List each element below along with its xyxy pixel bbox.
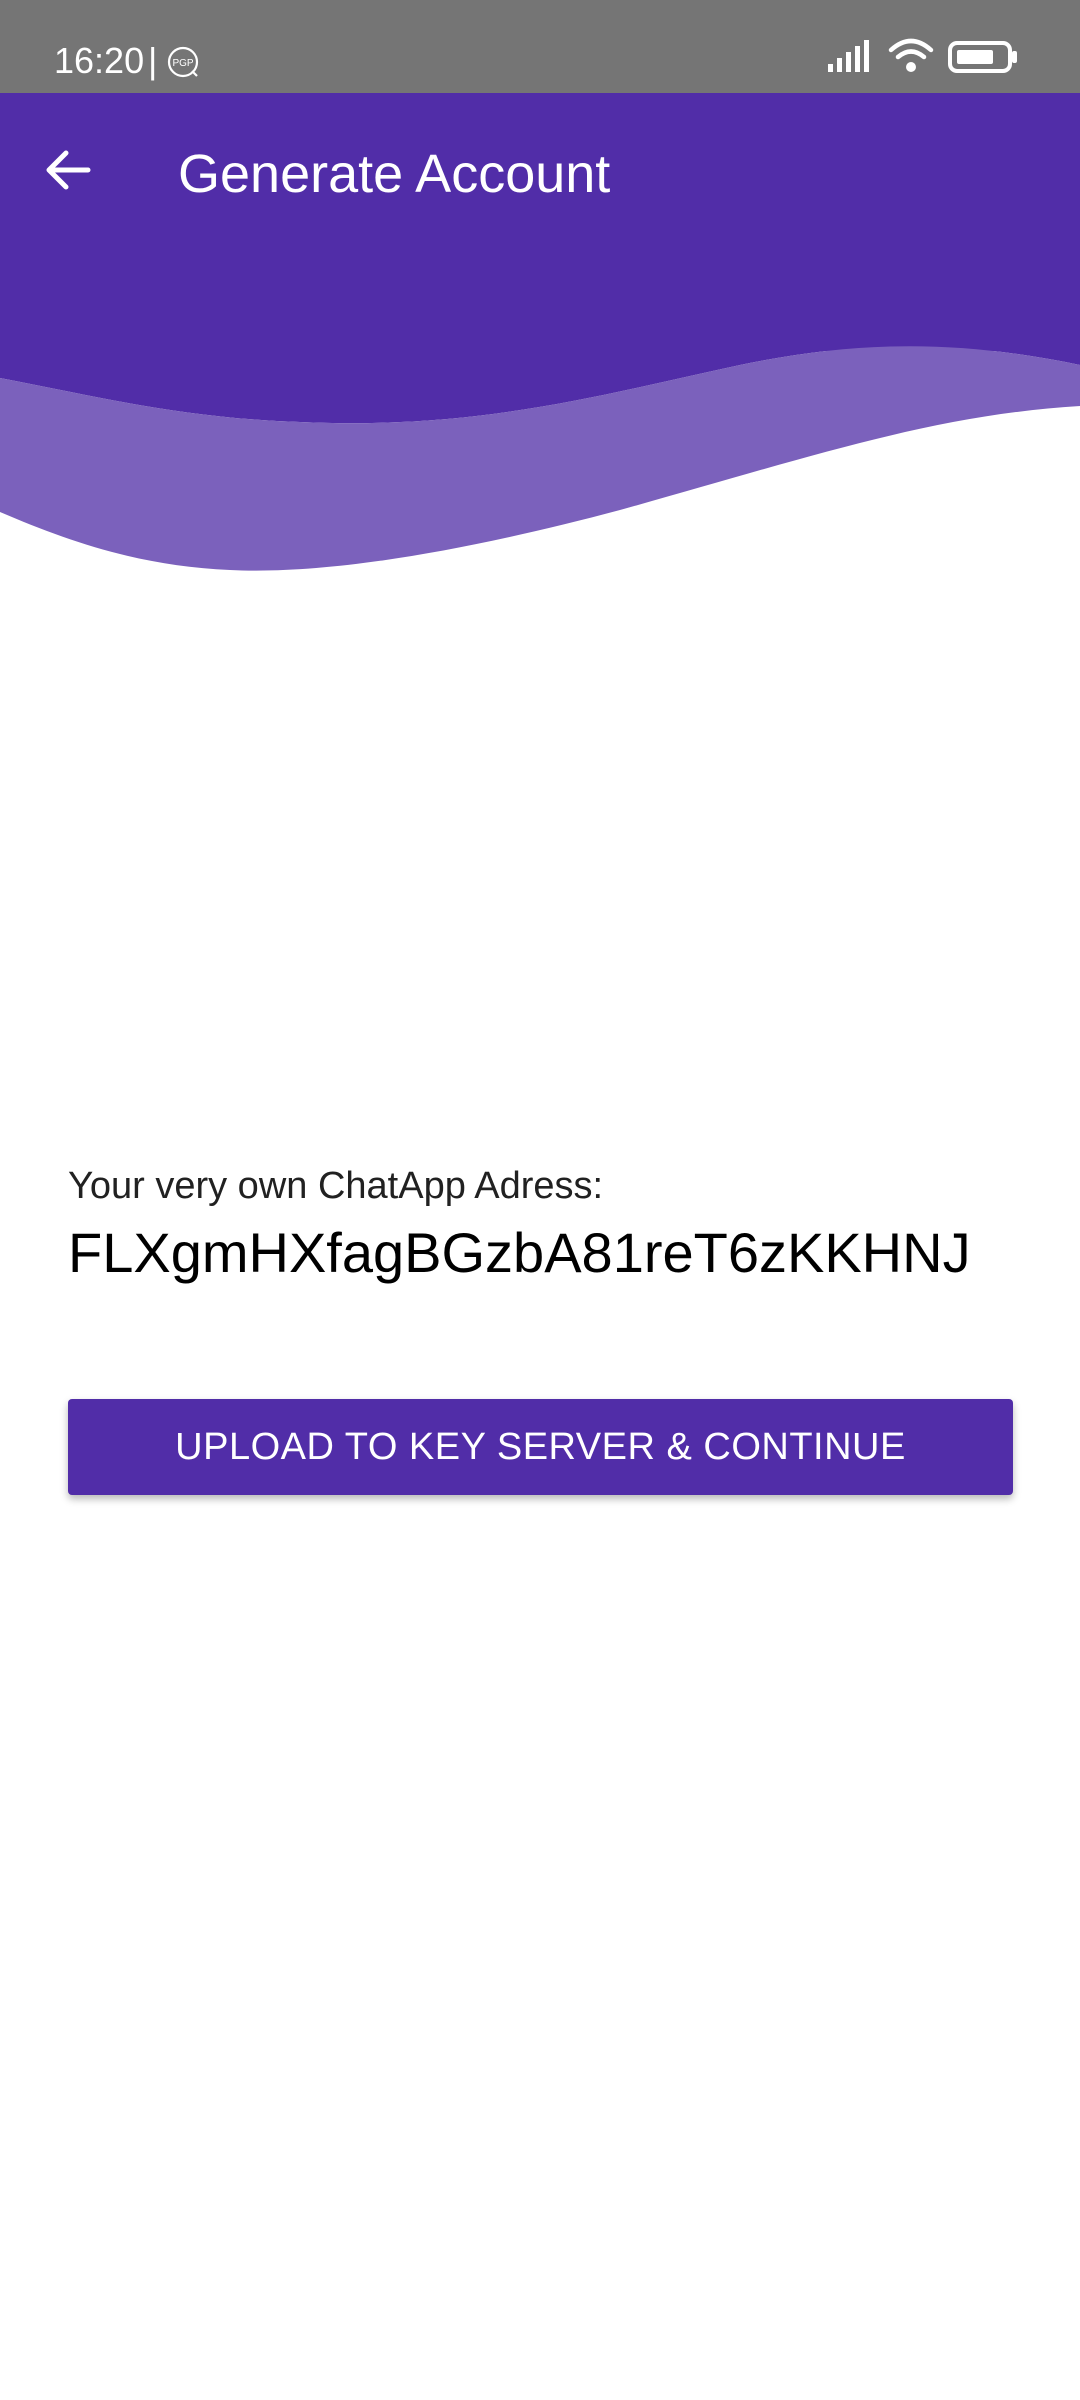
address-label: Your very own ChatApp Adress: [68, 1165, 604, 1207]
upload-continue-button[interactable]: UPLOAD TO KEY SERVER & CONTINUE [68, 1399, 1013, 1495]
wifi-icon [888, 38, 934, 72]
back-button[interactable] [28, 130, 108, 210]
header-wave [0, 320, 1080, 571]
signal-icon [828, 40, 869, 72]
status-time: 16:20 [54, 40, 145, 81]
battery-icon [948, 41, 1017, 73]
pgp-icon: PGP [167, 46, 199, 78]
chatapp-address: FLXgmHXfagBGzbA81reT6zKKHNJ [68, 1221, 971, 1284]
arrow-back-icon [46, 150, 91, 190]
status-separator: | [148, 40, 158, 81]
app-bar [0, 93, 1080, 351]
status-bar: 16:20 | PGP [0, 0, 1080, 93]
svg-text:PGP: PGP [172, 58, 193, 69]
page-title: Generate Account [178, 144, 611, 204]
screen: 16:20 | PGP Generate Account Your very o… [0, 0, 1080, 2400]
